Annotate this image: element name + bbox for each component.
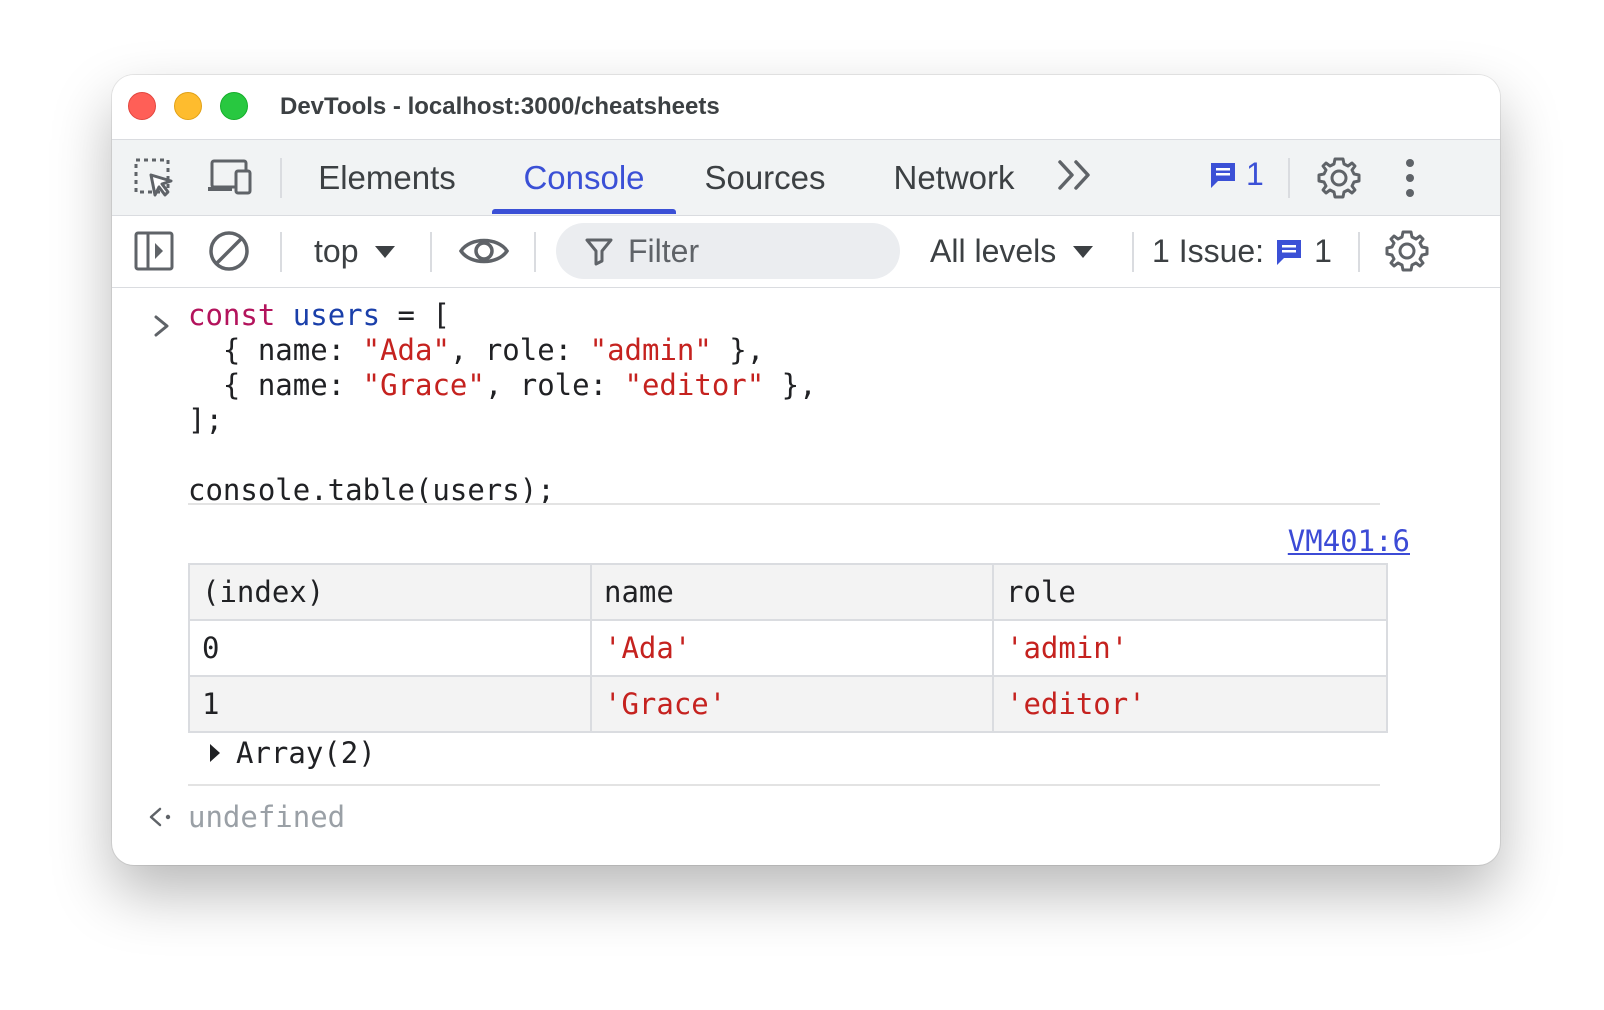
console-input-code[interactable]: const users = [ { name: "Ada", role: "ad…: [188, 298, 817, 508]
close-window-button[interactable]: [128, 92, 156, 120]
table-cell-role: 'admin': [992, 619, 1388, 677]
tab-network[interactable]: Network: [878, 140, 1030, 215]
array-label: Array(2): [236, 736, 376, 770]
column-header-role[interactable]: role: [992, 563, 1388, 621]
separator: [1132, 232, 1134, 272]
filter-placeholder: Filter: [628, 232, 700, 269]
table-cell-role: 'editor': [992, 675, 1388, 733]
separator: [1288, 158, 1290, 198]
code-keyword: const: [188, 298, 276, 332]
separator: [280, 232, 282, 272]
table-cell-name: 'Ada': [590, 619, 994, 677]
show-sidebar-icon[interactable]: [132, 228, 176, 274]
filter-funnel-icon: [585, 238, 613, 266]
expand-triangle-icon: [210, 744, 220, 762]
issues-label: 1 Issue:: [1152, 233, 1265, 269]
settings-gear-icon[interactable]: [1316, 155, 1362, 201]
input-prompt-chevron-icon: [154, 315, 169, 337]
filter-input[interactable]: Filter: [556, 223, 900, 279]
code-text: = [: [380, 298, 450, 332]
column-header-index[interactable]: (index): [188, 563, 592, 621]
log-levels-dropdown[interactable]: All levels: [930, 216, 1094, 287]
active-tab-indicator: [492, 209, 676, 214]
zoom-window-button[interactable]: [220, 92, 248, 120]
devtools-window: DevTools - localhost:3000/cheatsheets El…: [112, 75, 1500, 865]
result-value: undefined: [188, 800, 346, 834]
dropdown-arrow-icon: [1073, 245, 1094, 258]
source-location-link[interactable]: VM401:6: [1288, 524, 1410, 558]
more-tabs-icon[interactable]: [1056, 158, 1094, 201]
levels-label: All levels: [930, 233, 1057, 269]
tab-console[interactable]: Console: [496, 140, 672, 215]
message-icon: [1277, 239, 1302, 265]
inspect-element-icon[interactable]: [132, 156, 176, 200]
result-arrow-icon: [149, 807, 171, 827]
code-text: ];: [188, 403, 223, 437]
live-expression-eye-icon[interactable]: [458, 228, 510, 274]
device-toolbar-icon[interactable]: [206, 156, 254, 200]
console-toolbar: top Filter All levels 1 Issue: 1: [112, 216, 1500, 288]
message-divider: [188, 503, 1380, 505]
clear-console-icon[interactable]: [206, 228, 252, 274]
title-bar: DevTools - localhost:3000/cheatsheets: [112, 75, 1500, 140]
code-variable: users: [292, 298, 381, 332]
issues-button[interactable]: 1 Issue: 1: [1152, 216, 1332, 287]
separator: [1358, 232, 1360, 272]
minimize-window-button[interactable]: [174, 92, 202, 120]
separator: [280, 158, 282, 198]
code-text: },: [711, 333, 765, 367]
code-text: { name:: [188, 368, 363, 402]
code-string: "admin": [589, 333, 712, 367]
code-text: console.table(users);: [188, 473, 555, 507]
issues-toolbar-count: 1: [1314, 233, 1332, 269]
message-divider: [188, 784, 1380, 786]
separator: [534, 232, 536, 272]
console-settings-gear-icon[interactable]: [1384, 228, 1430, 274]
table-row: 1 'Grace' 'editor': [188, 675, 1388, 733]
code-text: , role:: [449, 333, 590, 367]
console-output: const users = [ { name: "Ada", role: "ad…: [112, 288, 1500, 865]
table-cell-index: 0: [188, 619, 592, 677]
tab-sources[interactable]: Sources: [692, 140, 838, 215]
array-expander[interactable]: Array(2): [208, 736, 376, 770]
console-table: (index) name role 0 'Ada' 'admin' 1 'Gra…: [188, 563, 1388, 733]
window-title: DevTools - localhost:3000/cheatsheets: [280, 93, 720, 120]
code-string: "Ada": [362, 333, 450, 367]
code-text: },: [764, 368, 817, 402]
issues-badge[interactable]: 1: [1208, 156, 1264, 193]
tab-elements[interactable]: Elements: [304, 140, 470, 215]
separator: [430, 232, 432, 272]
column-header-name[interactable]: name: [590, 563, 994, 621]
console-result: undefined: [148, 800, 345, 834]
main-tab-bar: Elements Console Sources Network 1: [112, 140, 1500, 216]
message-icon: [1211, 162, 1235, 188]
code-text: , role:: [484, 368, 625, 402]
dropdown-arrow-icon: [375, 245, 396, 258]
table-cell-index: 1: [188, 675, 592, 733]
context-label: top: [314, 233, 359, 269]
code-text: { name:: [188, 333, 363, 367]
code-string: "editor": [624, 368, 765, 402]
table-row: 0 'Ada' 'admin': [188, 619, 1388, 677]
issues-count: 1: [1246, 156, 1264, 192]
table-cell-name: 'Grace': [590, 675, 994, 733]
context-selector[interactable]: top: [314, 216, 396, 287]
table-header-row: (index) name role: [188, 563, 1388, 621]
more-options-icon[interactable]: [1396, 154, 1424, 202]
code-string: "Grace": [362, 368, 485, 402]
